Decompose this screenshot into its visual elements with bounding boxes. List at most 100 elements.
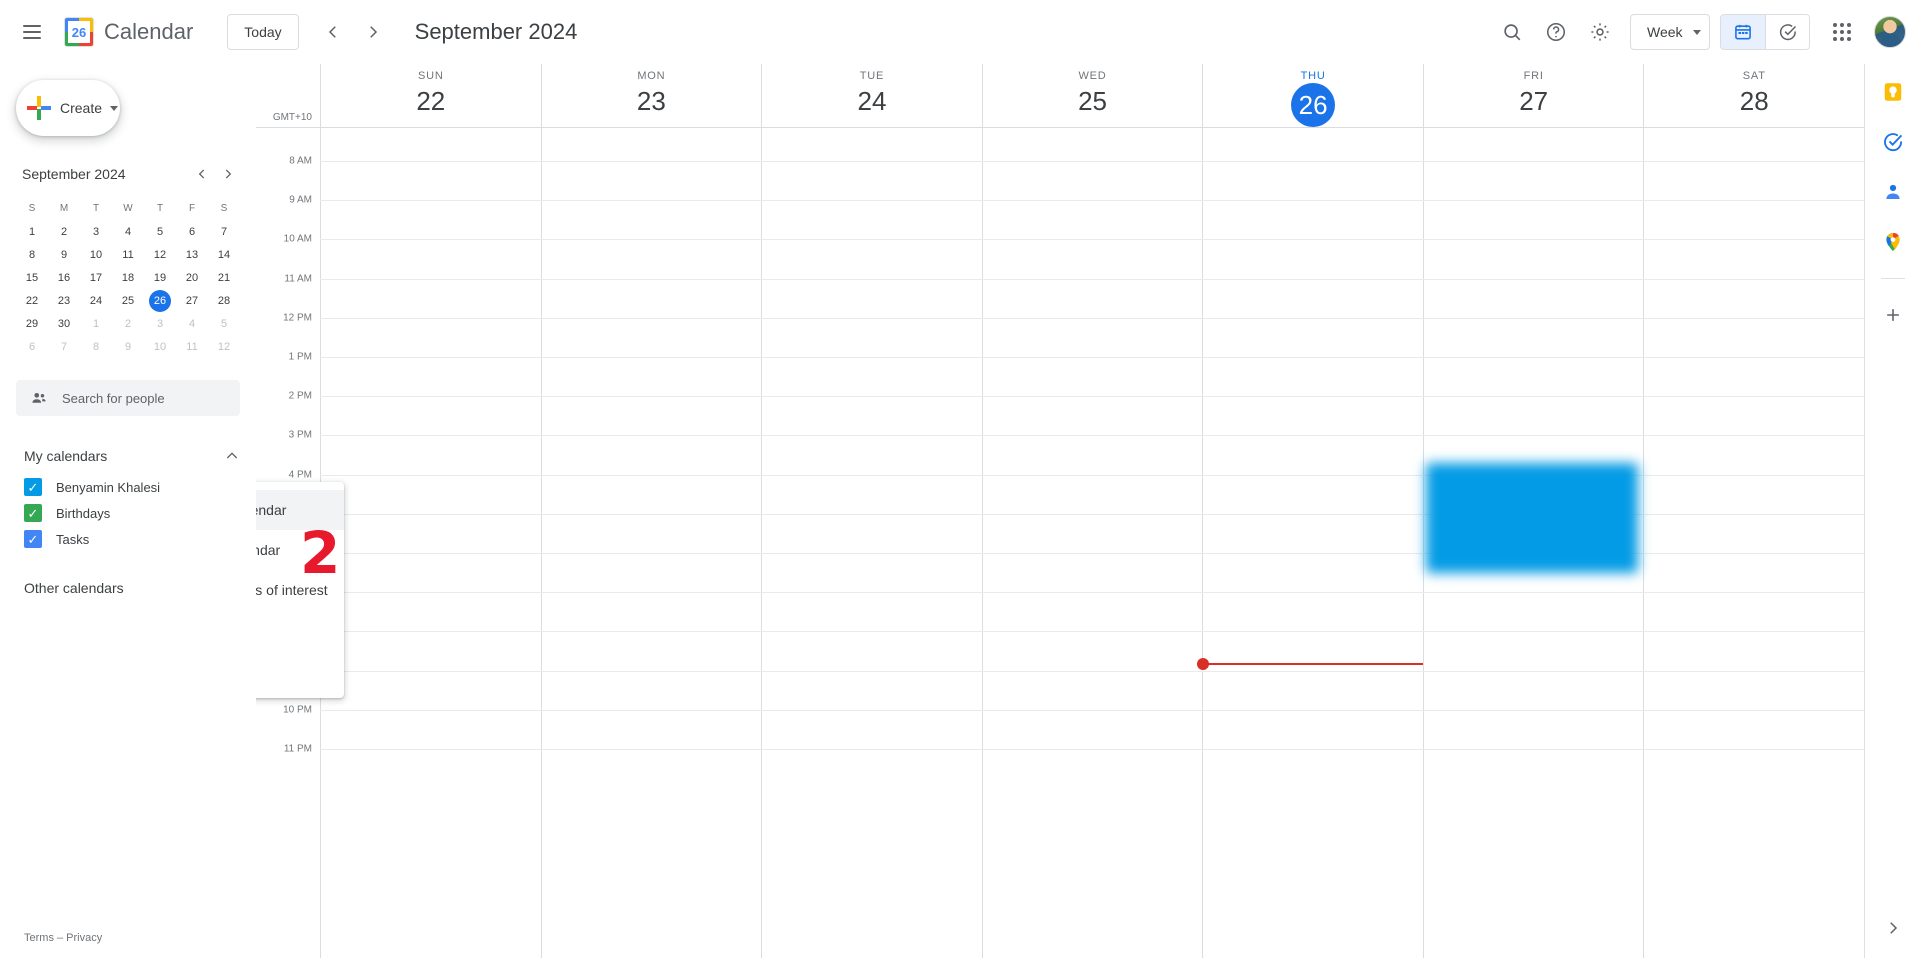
mini-calendar-day[interactable]: 4 [176,312,208,335]
other-calendars-context-menu[interactable]: Subscribe to calendarCreate new calendar… [256,482,344,698]
keep-icon[interactable] [1875,74,1911,110]
mini-calendar-day[interactable]: 11 [176,335,208,358]
day-header-wed[interactable]: WED 25 [981,64,1203,127]
mini-calendar-day[interactable]: 12 [208,335,240,358]
mini-calendar-day[interactable]: 10 [80,243,112,266]
help-icon[interactable] [1534,10,1578,54]
day-header-number[interactable]: 23 [637,82,666,120]
mini-calendar-day[interactable]: 7 [208,220,240,243]
mini-calendar-day[interactable]: 7 [48,335,80,358]
expand-panel-chevron-right-icon[interactable] [1875,910,1911,946]
mini-calendar-day[interactable]: 9 [112,335,144,358]
mini-calendar-day[interactable]: 19 [144,266,176,289]
mini-calendar-day[interactable]: 6 [16,335,48,358]
mini-calendar-day[interactable]: 5 [144,220,176,243]
mini-calendar-day[interactable]: 28 [208,289,240,312]
day-header-sun[interactable]: SUN 22 [320,64,541,127]
day-column-tue[interactable] [761,128,982,958]
mini-calendar-day[interactable]: 30 [48,312,80,335]
mini-calendar-day[interactable]: 25 [112,289,144,312]
mini-calendar-day[interactable]: 12 [144,243,176,266]
mini-calendar-day[interactable]: 1 [80,312,112,335]
mini-calendar-day[interactable]: 10 [144,335,176,358]
mini-calendar-day[interactable]: 3 [80,220,112,243]
mini-calendar-day[interactable]: 27 [176,289,208,312]
calendar-list-item-0[interactable]: ✓ Benyamin Khalesi [0,474,256,500]
mini-calendar-day[interactable]: 18 [112,266,144,289]
mini-calendar-day[interactable]: 22 [16,289,48,312]
mini-calendar-next[interactable] [216,162,240,186]
chevron-left-icon[interactable] [313,12,353,52]
contacts-icon[interactable] [1875,174,1911,210]
mini-calendar-day[interactable]: 9 [48,243,80,266]
mini-calendar-day[interactable]: 16 [48,266,80,289]
mini-calendar-day[interactable]: 2 [48,220,80,243]
day-header-number[interactable]: 26 [1291,83,1336,127]
day-column-mon[interactable] [540,128,762,958]
hour-label: 1 PM [288,351,312,363]
mini-calendar-day[interactable]: 15 [16,266,48,289]
search-icon[interactable] [1490,10,1534,54]
mini-calendar-day[interactable]: 4 [112,220,144,243]
calendar-checkbox[interactable]: ✓ [24,504,42,522]
calendar-checkbox[interactable]: ✓ [24,478,42,496]
plus-icon[interactable] [1875,297,1911,333]
mini-calendar-day[interactable]: 17 [80,266,112,289]
calendar-view-toggle[interactable] [1721,15,1765,49]
tasks-view-toggle[interactable] [1765,15,1809,49]
day-header-number[interactable]: 22 [416,82,445,120]
day-header-fri[interactable]: FRI 27 [1422,64,1644,127]
day-header-mon[interactable]: MON 23 [540,64,762,127]
day-header-number[interactable]: 27 [1519,82,1548,120]
mini-calendar-day[interactable]: 8 [16,243,48,266]
calendar-list-item-1[interactable]: ✓ Birthdays [0,500,256,526]
day-column-thu[interactable] [1202,128,1423,958]
day-header-number[interactable]: 24 [857,82,886,120]
mini-calendar-day[interactable]: 20 [176,266,208,289]
mini-calendar-day[interactable]: 11 [112,243,144,266]
mini-calendar-day[interactable]: 24 [80,289,112,312]
other-calendars-header[interactable]: Other calendars [0,570,256,606]
menu-item-4[interactable]: Import [256,650,344,690]
mini-calendar-day[interactable]: 21 [208,266,240,289]
mini-calendar-day[interactable]: 1 [16,220,48,243]
create-button[interactable]: Create [16,80,120,136]
brand[interactable]: 26 Calendar [64,17,193,47]
mini-calendar-day[interactable]: 3 [144,312,176,335]
hamburger-icon[interactable] [8,8,56,56]
mini-calendar-day[interactable]: 13 [176,243,208,266]
gear-icon[interactable] [1578,10,1622,54]
mini-calendar-day[interactable]: 26 [149,289,171,312]
day-header-number[interactable]: 28 [1740,82,1769,120]
calendar-list-item-2[interactable]: ✓ Tasks [0,526,256,552]
day-header-thu[interactable]: THU 26 [1202,64,1423,127]
day-header-tue[interactable]: TUE 24 [761,64,982,127]
search-for-people-input[interactable]: Search for people [16,380,240,416]
mini-calendar-day[interactable]: 6 [176,220,208,243]
avatar[interactable] [1874,16,1906,48]
mini-calendar-day[interactable]: 2 [112,312,144,335]
maps-icon[interactable] [1875,224,1911,260]
view-select[interactable]: Week [1630,14,1710,50]
calendar-event[interactable] [1425,463,1639,573]
mini-calendar-day[interactable]: 14 [208,243,240,266]
day-column-sat[interactable] [1643,128,1864,958]
day-column-sun[interactable] [320,128,541,958]
mini-calendar-day[interactable]: 23 [48,289,80,312]
chevron-right-icon[interactable] [353,12,393,52]
mini-calendar-day[interactable]: 5 [208,312,240,335]
calendar-checkbox[interactable]: ✓ [24,530,42,548]
day-header-sat[interactable]: SAT 28 [1643,64,1864,127]
today-button[interactable]: Today [227,14,299,50]
day-header-number[interactable]: 25 [1078,82,1107,120]
mini-calendar-prev[interactable] [190,162,214,186]
day-column-wed[interactable] [981,128,1203,958]
footer-links[interactable]: Terms – Privacy [24,932,102,944]
mini-calendar-day[interactable]: 8 [80,335,112,358]
apps-grid-icon[interactable] [1820,10,1864,54]
menu-item-3[interactable]: From URL [256,610,344,650]
mini-calendar-day[interactable]: 29 [16,312,48,335]
calendar-scroll-area[interactable]: 8 AM9 AM10 AM11 AM12 PM1 PM2 PM3 PM4 PM5… [256,128,1864,958]
tasks-icon[interactable] [1875,124,1911,160]
my-calendars-header[interactable]: My calendars [0,438,256,474]
